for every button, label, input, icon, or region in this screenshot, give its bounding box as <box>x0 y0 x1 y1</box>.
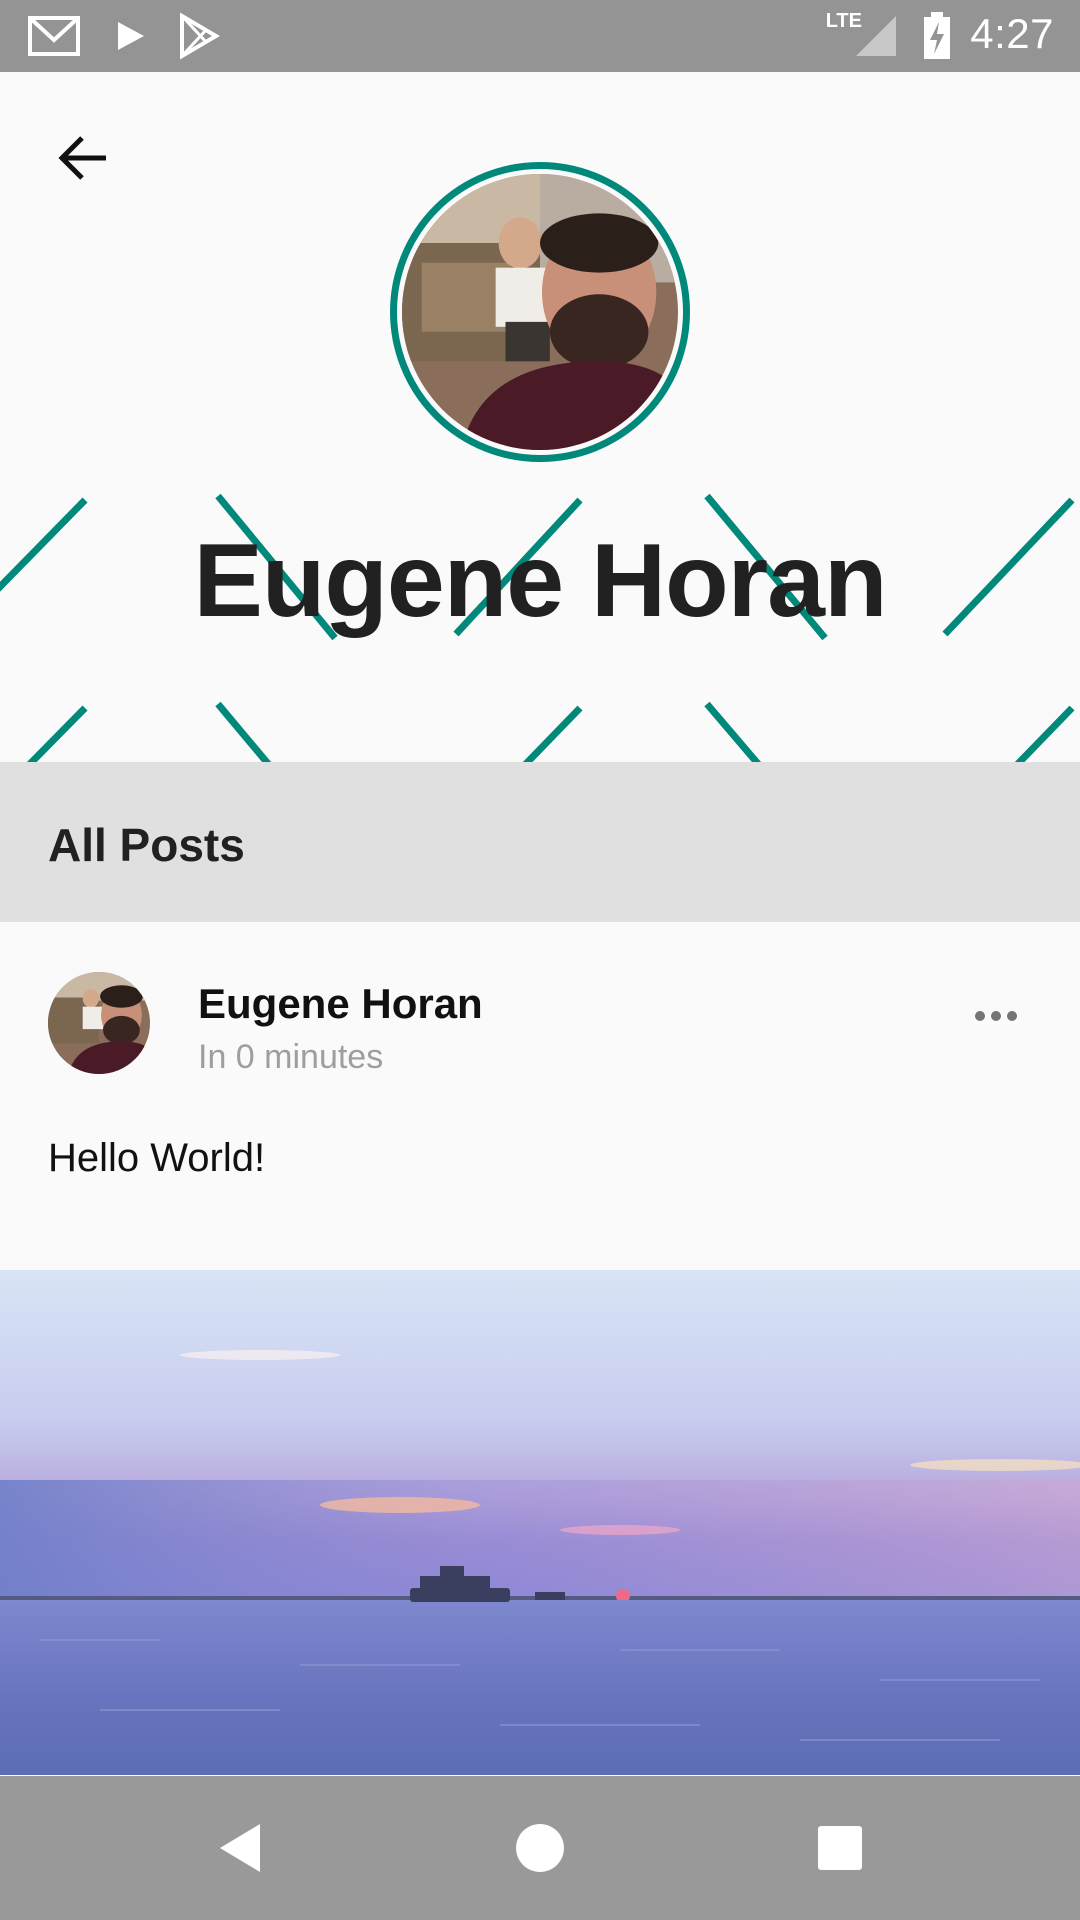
nav-back-button[interactable] <box>204 1812 276 1884</box>
post-image[interactable] <box>0 1270 1080 1775</box>
gmail-icon <box>28 16 80 56</box>
sunset-sea-photo <box>0 1270 1080 1775</box>
section-title: All Posts <box>48 819 245 871</box>
post-body-text: Hello World! <box>48 1136 266 1180</box>
nav-home-button[interactable] <box>504 1812 576 1884</box>
section-header: All Posts <box>0 762 1080 922</box>
profile-photo <box>402 174 678 450</box>
play-icon <box>118 22 144 50</box>
status-bar: LTE 4:27 <box>0 0 1080 72</box>
system-nav-bar <box>0 1776 1080 1920</box>
post-author-name[interactable]: Eugene Horan <box>198 980 483 1028</box>
post-timestamp: In 0 minutes <box>198 1038 384 1076</box>
profile-header: Eugene Horan <box>0 72 1080 762</box>
battery-charging-icon <box>924 12 950 59</box>
author-photo <box>48 972 150 1074</box>
nav-recents-button[interactable] <box>804 1812 876 1884</box>
back-triangle-icon <box>220 1824 260 1872</box>
clock: 4:27 <box>970 10 1054 57</box>
back-button[interactable] <box>48 122 120 194</box>
signal-icon <box>856 16 896 56</box>
post-options-button[interactable] <box>960 992 1032 1040</box>
home-circle-icon <box>516 1824 564 1872</box>
profile-name: Eugene Horan <box>193 523 888 639</box>
post-card: Eugene Horan In 0 minutes Hello World! <box>0 922 1080 1920</box>
profile-avatar[interactable] <box>390 162 690 462</box>
recents-square-icon <box>818 1826 862 1870</box>
post-author-avatar[interactable] <box>48 972 150 1074</box>
arrow-back-icon <box>58 136 106 180</box>
more-horizontal-icon <box>975 1011 1017 1021</box>
play-store-icon <box>180 12 220 60</box>
